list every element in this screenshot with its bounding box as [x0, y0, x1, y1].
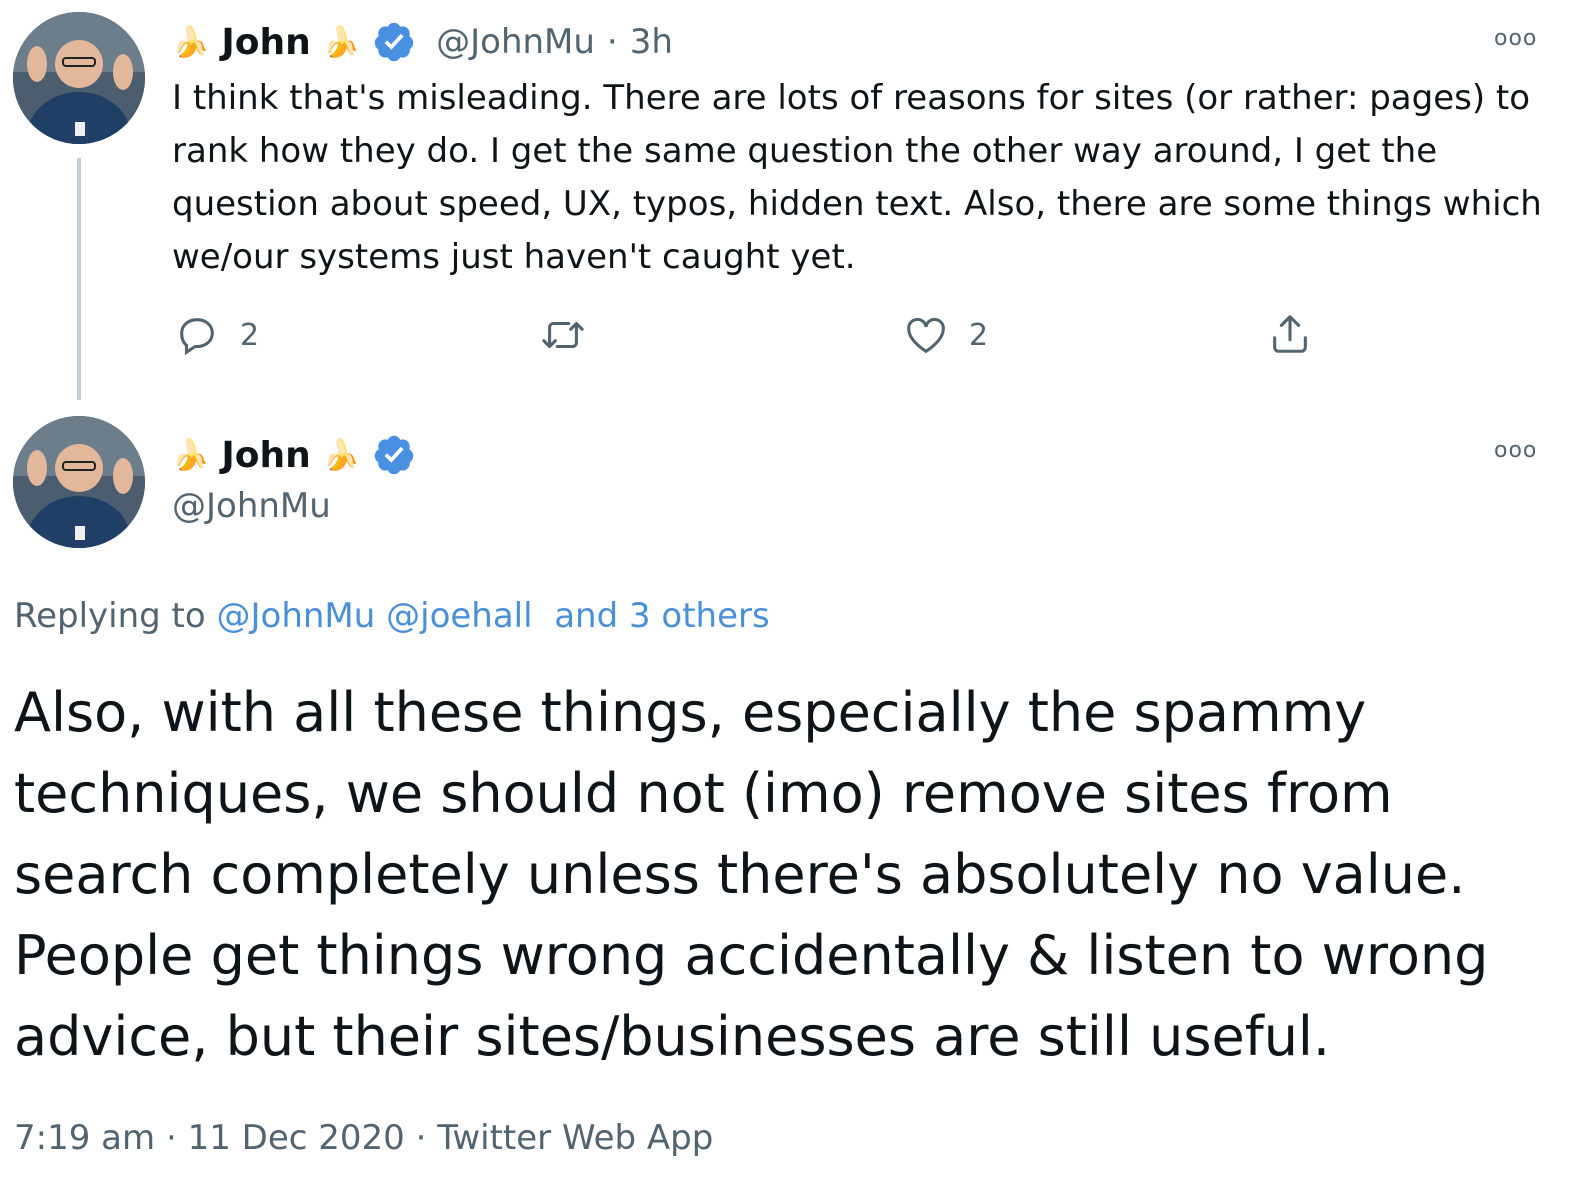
share-icon	[1273, 315, 1307, 353]
reply-button[interactable]: 2	[174, 312, 259, 358]
tweet-time[interactable]: 7:19 am	[14, 1118, 155, 1158]
author-handle[interactable]: @JohnMu	[172, 486, 331, 526]
separator: ·	[165, 1118, 177, 1158]
verified-icon	[374, 22, 414, 62]
author-name[interactable]: John	[221, 435, 310, 476]
tweet-text: I think that's misleading. There are lot…	[172, 78, 1542, 277]
thread-line	[77, 158, 81, 400]
mention-link[interactable]: @joehall	[386, 596, 532, 636]
banana-emoji: 🍌	[172, 24, 210, 60]
banana-emoji: 🍌	[322, 24, 361, 60]
author-handle[interactable]: @JohnMu	[436, 22, 595, 62]
tweet-source: Twitter Web App	[437, 1118, 714, 1158]
tweet-text: Also, with all these things, especially …	[14, 681, 1489, 1068]
like-count: 2	[969, 317, 989, 353]
tweet2-header: 🍌 John 🍌	[172, 430, 416, 480]
mention-link[interactable]: @JohnMu	[217, 596, 376, 636]
author-name[interactable]: John	[221, 22, 310, 63]
tweet1-header: 🍌 John 🍌 @JohnMu · 3h	[172, 17, 673, 67]
others-link[interactable]: and 3 others	[554, 596, 770, 636]
replying-prefix: Replying to	[14, 596, 206, 636]
more-icon[interactable]: ooo	[1494, 26, 1537, 51]
avatar-photo	[13, 416, 145, 548]
reply-icon	[180, 318, 214, 356]
tweet-date[interactable]: 11 Dec 2020	[188, 1118, 405, 1158]
avatar[interactable]	[13, 416, 145, 548]
reply-count: 2	[240, 317, 260, 353]
banana-emoji: 🍌	[172, 437, 210, 473]
separator: ·	[415, 1118, 427, 1158]
like-button[interactable]: 2	[903, 312, 988, 358]
replying-to: Replying to @JohnMu @joehall and 3 other…	[14, 596, 770, 636]
tweet-meta: 7:19 am · 11 Dec 2020 · Twitter Web App	[14, 1118, 713, 1158]
separator: ·	[606, 22, 618, 62]
tweet-time[interactable]: 3h	[630, 22, 673, 62]
avatar[interactable]	[13, 12, 145, 144]
verified-icon	[374, 435, 414, 475]
more-icon[interactable]: ooo	[1494, 438, 1537, 463]
banana-emoji: 🍌	[322, 437, 361, 473]
like-icon	[907, 317, 945, 354]
avatar-photo	[13, 12, 145, 144]
retweet-button[interactable]	[537, 312, 589, 358]
retweet-icon	[542, 321, 584, 349]
share-button[interactable]	[1267, 310, 1313, 358]
